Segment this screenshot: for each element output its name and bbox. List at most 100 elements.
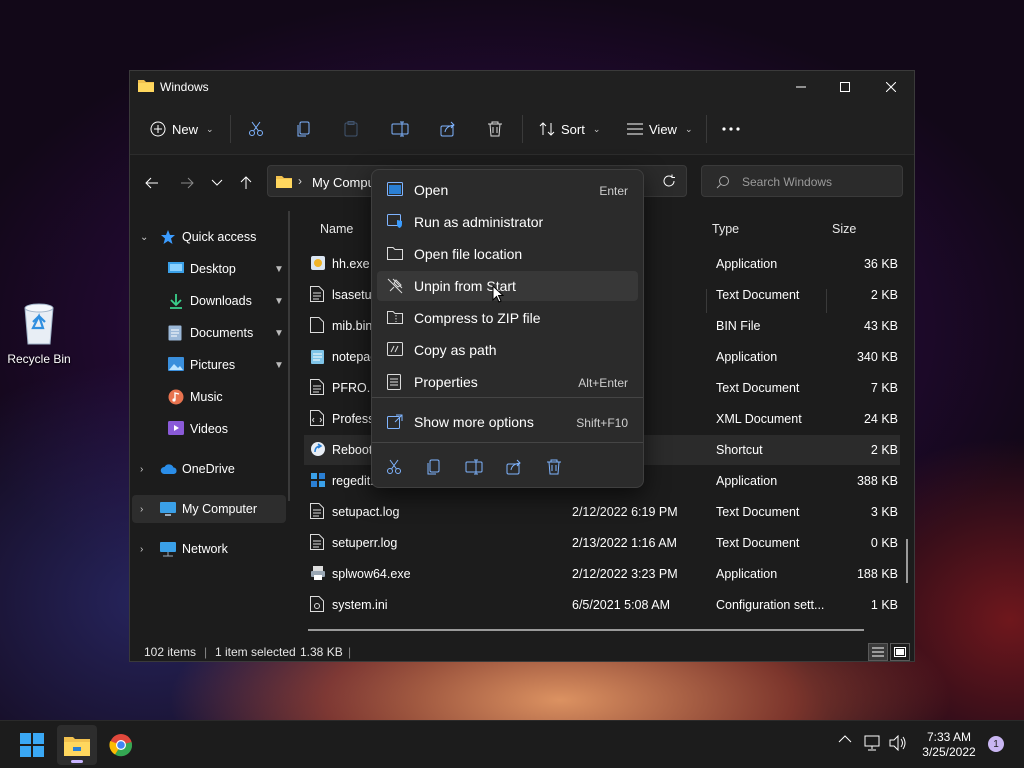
taskbar-file-explorer[interactable]	[57, 725, 97, 765]
delete-icon	[547, 459, 561, 475]
quick-copy-button[interactable]	[423, 456, 445, 478]
context-menu-item[interactable]: Copy as path	[377, 335, 638, 365]
quick-share-button[interactable]	[503, 456, 525, 478]
nav-item-pictures[interactable]: Pictures ▼	[132, 351, 286, 379]
nav-my-computer[interactable]: › My Computer	[132, 495, 286, 523]
network-status-icon[interactable]	[864, 735, 882, 751]
copy-button[interactable]	[296, 117, 312, 141]
nav-item-desktop[interactable]: Desktop ▼	[132, 255, 286, 283]
file-size: 0 KB	[870, 536, 898, 550]
up-button[interactable]	[236, 173, 256, 193]
quick-cut-button[interactable]	[383, 456, 405, 478]
back-arrow-icon	[145, 177, 158, 189]
file-row[interactable]: splwow64.exe 2/12/2022 3:23 PM Application…	[304, 559, 900, 589]
tiles-view-button[interactable]	[890, 643, 910, 661]
config-file-icon	[310, 596, 324, 612]
search-input[interactable]: Search Windows	[742, 175, 832, 189]
copy-icon	[297, 121, 310, 137]
back-button[interactable]	[142, 173, 162, 193]
vertical-scrollbar[interactable]	[906, 539, 908, 583]
file-row[interactable]: setupact.log 2/12/2022 6:19 PM Text Docume…	[304, 497, 900, 527]
file-row[interactable]: system.ini 6/5/2021 5:08 AM Configuration …	[304, 590, 900, 620]
file-date: 2/12/2022 6:19 PM	[572, 505, 678, 519]
close-button[interactable]	[868, 71, 914, 103]
view-button[interactable]: View ⌄	[627, 117, 693, 141]
context-menu-item[interactable]: Run as administrator	[377, 207, 638, 237]
file-name: setuperr.log	[332, 536, 398, 550]
context-menu-item[interactable]: Open Enter	[377, 175, 638, 205]
column-header-type[interactable]: Type	[712, 215, 739, 243]
context-menu-item[interactable]: Open file location	[377, 239, 638, 269]
column-header-name[interactable]: Name	[320, 215, 353, 243]
nav-network[interactable]: › Network	[132, 535, 286, 563]
context-menu-item[interactable]: Unpin from Start	[377, 271, 638, 301]
quick-delete-button[interactable]	[543, 456, 565, 478]
column-header-size[interactable]: Size	[832, 215, 856, 243]
more-options-icon	[387, 414, 403, 430]
nav-onedrive[interactable]: › OneDrive	[132, 455, 286, 483]
tiles-view-icon	[894, 647, 906, 657]
nav-item-documents[interactable]: Documents ▼	[132, 319, 286, 347]
start-button[interactable]	[12, 725, 52, 765]
paste-icon	[344, 121, 358, 137]
file-type: Text Document	[716, 381, 800, 395]
recycle-bin-desktop-icon[interactable]: Recycle Bin	[4, 300, 74, 366]
regedit-icon	[310, 472, 326, 488]
context-menu-item[interactable]: Properties Alt+Enter	[377, 367, 638, 397]
cut-icon	[249, 121, 263, 136]
nav-scrollbar[interactable]	[288, 211, 290, 501]
new-button[interactable]: New ⌄	[150, 117, 214, 141]
maximize-button[interactable]	[822, 71, 868, 103]
cut-button[interactable]	[248, 117, 264, 141]
quick-rename-button[interactable]	[463, 456, 485, 478]
rename-button[interactable]	[391, 117, 409, 141]
horizontal-scrollbar[interactable]	[308, 629, 864, 631]
xml-file-icon	[310, 410, 324, 426]
nav-item-music[interactable]: Music	[132, 383, 286, 411]
share-icon	[440, 121, 455, 137]
mouse-cursor-icon	[492, 285, 504, 303]
file-date: 2/13/2022 1:16 AM	[572, 536, 677, 550]
forward-button[interactable]	[177, 173, 197, 193]
share-icon	[506, 459, 521, 475]
show-more-options-item[interactable]: Show more options Shift+F10	[377, 407, 638, 437]
minimize-button[interactable]	[778, 71, 824, 103]
paste-button[interactable]	[343, 117, 359, 141]
menu-shortcut: Alt+Enter	[578, 376, 628, 390]
delete-button[interactable]	[487, 117, 503, 141]
chevron-down-icon[interactable]: ⌄	[140, 232, 148, 243]
details-view-button[interactable]	[868, 643, 888, 661]
chevron-right-icon[interactable]: ›	[140, 504, 143, 515]
file-name: hh.exe	[332, 257, 370, 271]
nav-label: Desktop	[190, 262, 236, 276]
sort-button[interactable]: Sort ⌄	[539, 117, 600, 141]
share-button[interactable]	[440, 117, 456, 141]
see-more-button[interactable]	[722, 117, 740, 141]
chevron-right-icon[interactable]: ›	[140, 464, 143, 475]
clock-date: 3/25/2022	[922, 745, 976, 759]
taskbar-chrome[interactable]	[101, 725, 141, 765]
nav-item-videos[interactable]: Videos	[132, 415, 286, 443]
volume-icon[interactable]	[889, 735, 907, 751]
nav-item-downloads[interactable]: Downloads ▼	[132, 287, 286, 315]
status-item-count: 102 items	[144, 645, 197, 659]
nav-quick-access[interactable]: ⌄ Quick access	[132, 223, 286, 251]
nav-label: My Computer	[182, 502, 258, 516]
breadcrumb[interactable]: My Compu	[312, 175, 375, 190]
search-box[interactable]: Search Windows	[701, 165, 903, 197]
clock[interactable]: 7:33 AM 3/25/2022	[910, 730, 988, 760]
file-explorer-icon	[64, 737, 90, 756]
pin-icon: ▼	[274, 359, 284, 371]
recent-locations-button[interactable]	[207, 173, 227, 193]
chevron-right-icon[interactable]: ›	[140, 544, 143, 555]
file-date: 2/12/2022 3:23 PM	[572, 567, 678, 581]
clock-time: 7:33 AM	[926, 730, 972, 744]
text-file-icon	[310, 503, 324, 519]
show-hidden-icons-button[interactable]	[838, 735, 852, 743]
title-bar[interactable]: Windows	[130, 71, 914, 103]
file-size: 188 KB	[856, 567, 898, 581]
refresh-icon[interactable]	[662, 174, 676, 188]
context-menu-item[interactable]: Compress to ZIP file	[377, 303, 638, 333]
notification-badge[interactable]: 1	[988, 736, 1004, 752]
file-row[interactable]: setuperr.log 2/13/2022 1:16 AM Text Docume…	[304, 528, 900, 558]
